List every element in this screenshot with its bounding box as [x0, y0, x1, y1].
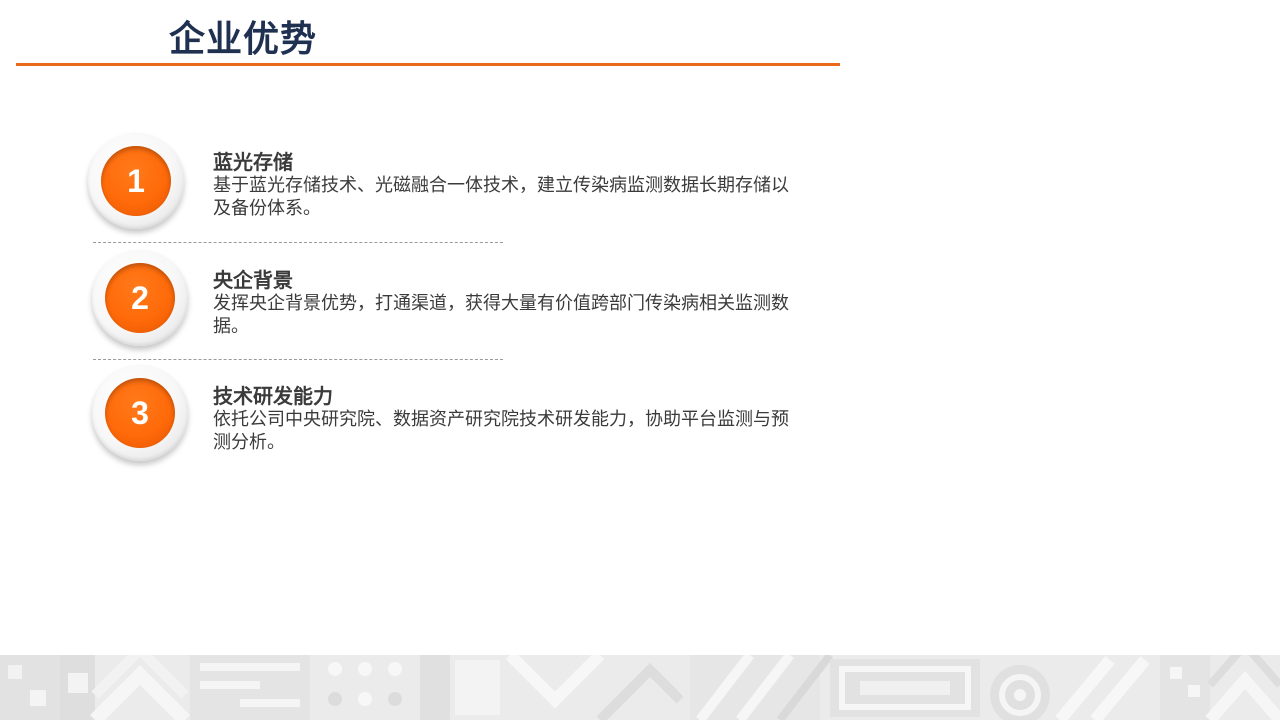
item-heading: 蓝光存储: [213, 150, 293, 174]
page-title: 企业优势: [169, 19, 318, 60]
dashed-divider: [93, 359, 503, 360]
item-description: 基于蓝光存储技术、光磁融合一体技术，建立传染病监测数据长期存储以及备份体系。: [213, 175, 789, 219]
item-heading: 技术研发能力: [213, 384, 333, 408]
number-badge: 3: [92, 365, 188, 461]
slide: 企业优势 1 蓝光存储 基于蓝光存储技术、光磁融合一体技术，建立传染病监测数据长…: [0, 0, 1280, 720]
number-badge-label: 3: [105, 378, 175, 448]
geometric-pattern-graphic: [0, 655, 1280, 720]
number-badge: 2: [92, 250, 188, 346]
decorative-footer-pattern: [0, 655, 1280, 720]
number-badge: 1: [88, 133, 184, 229]
dashed-divider: [93, 242, 503, 243]
item-description: 发挥央企背景优势，打通渠道，获得大量有价值跨部门传染病相关监测数据。: [213, 293, 789, 337]
item-description: 依托公司中央研究院、数据资产研究院技术研发能力，协助平台监测与预测分析。: [213, 409, 789, 453]
number-badge-label: 1: [101, 146, 171, 216]
title-underline: [16, 63, 840, 66]
item-heading: 央企背景: [213, 268, 293, 292]
number-badge-label: 2: [105, 263, 175, 333]
